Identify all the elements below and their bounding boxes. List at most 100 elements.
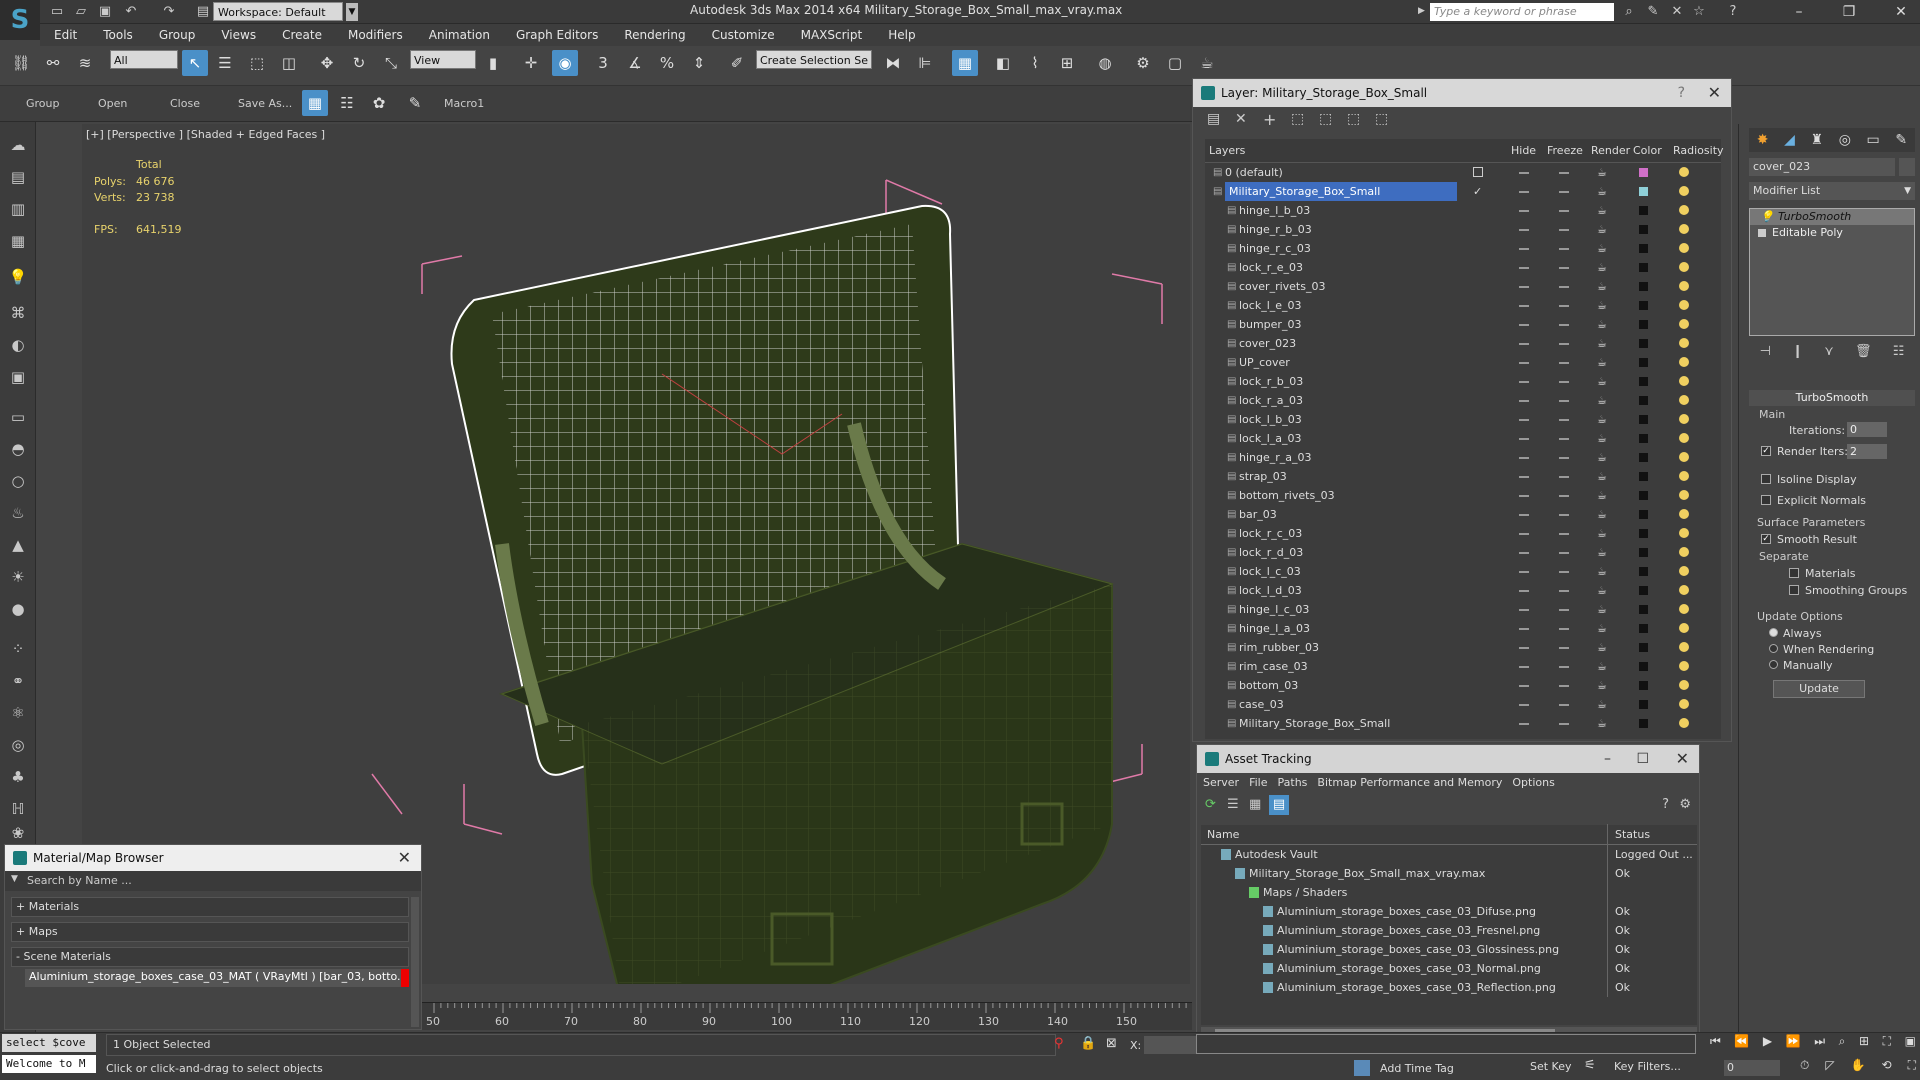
show-end-result-icon[interactable]: ❙ — [1792, 344, 1803, 364]
layer-row[interactable]: ▤ bottom_rivets_03 ☕ — [1205, 486, 1721, 505]
exchange-icon[interactable]: ✕ — [1668, 3, 1686, 21]
current-layer-check-icon[interactable]: ✓ — [1473, 182, 1482, 201]
favorites-star-icon[interactable]: ☆ — [1690, 3, 1708, 21]
close-group-button[interactable]: Close — [170, 97, 200, 110]
group-button[interactable]: Group — [26, 97, 60, 110]
refresh-icon[interactable]: ⟳ — [1205, 797, 1216, 812]
layer-row[interactable]: ▤ lock_l_d_03 ☕ — [1205, 581, 1721, 600]
render-teapot-icon[interactable]: ☕ — [1597, 239, 1607, 258]
col-layers[interactable]: Layers — [1209, 144, 1245, 157]
new-file-icon[interactable]: ▭ — [48, 3, 66, 21]
select-manipulate-icon[interactable]: ✛ — [518, 50, 544, 76]
layer-row[interactable]: ▤ rim_rubber_03 ☕ — [1205, 638, 1721, 657]
hide-toggle-icon[interactable] — [1519, 438, 1529, 440]
key-filters-button[interactable]: Key Filters... — [1614, 1060, 1681, 1073]
menu-maxscript[interactable]: MAXScript — [787, 24, 875, 46]
render-teapot-icon[interactable]: ☕ — [1597, 524, 1607, 543]
layer-row[interactable]: ▤ lock_r_b_03 ☕ — [1205, 372, 1721, 391]
menu-tools[interactable]: Tools — [89, 24, 145, 46]
layer-color-swatch[interactable] — [1639, 529, 1648, 538]
layer-row[interactable]: ▤ Military_Storage_Box_Small ✓ ☕ — [1205, 182, 1721, 201]
asset-row[interactable]: Aluminium_storage_boxes_case_03_Glossine… — [1201, 940, 1697, 959]
add-time-tag-button[interactable]: Add Time Tag — [1380, 1062, 1454, 1075]
help-search-input[interactable]: Type a keyword or phrase — [1430, 3, 1614, 21]
layer-color-swatch[interactable] — [1639, 244, 1648, 253]
hide-toggle-icon[interactable] — [1519, 495, 1529, 497]
reference-coordinate-dropdown[interactable]: View — [410, 50, 476, 69]
radiosity-sun-icon[interactable] — [1679, 224, 1689, 234]
layer-row[interactable]: ▤ hinge_r_a_03 ☕ — [1205, 448, 1721, 467]
plant-icon[interactable]: ♣ — [6, 766, 30, 788]
render-teapot-icon[interactable]: ☕ — [1597, 277, 1607, 296]
table-view-icon[interactable]: ▤ — [1269, 795, 1289, 815]
close-button[interactable]: ✕ — [1886, 2, 1916, 22]
render-teapot-icon[interactable]: ☕ — [1597, 505, 1607, 524]
unlink-icon[interactable]: ⚯ — [40, 50, 66, 76]
layer-color-swatch[interactable] — [1639, 605, 1648, 614]
render-teapot-icon[interactable]: ☕ — [1597, 600, 1607, 619]
field-of-view-icon[interactable]: ◸ — [1825, 1058, 1834, 1078]
hide-toggle-icon[interactable] — [1519, 248, 1529, 250]
layer-color-swatch[interactable] — [1639, 434, 1648, 443]
freeze-toggle-icon[interactable] — [1559, 704, 1569, 706]
menu-create[interactable]: Create — [268, 24, 334, 46]
hide-toggle-icon[interactable] — [1519, 267, 1529, 269]
freeze-toggle-icon[interactable] — [1559, 647, 1569, 649]
hide-toggle-icon[interactable] — [1519, 305, 1529, 307]
menu-graph-editors[interactable]: Graph Editors — [502, 24, 610, 46]
menu-customize[interactable]: Customize — [698, 24, 787, 46]
modify-tab-icon[interactable]: ◢ — [1784, 132, 1795, 148]
layer-window-close-icon[interactable]: ✕ — [1708, 79, 1721, 107]
hide-toggle-icon[interactable] — [1519, 571, 1529, 573]
layer-color-swatch[interactable] — [1639, 472, 1648, 481]
molecule-icon[interactable]: ⚭ — [6, 670, 30, 692]
angle-snap-icon[interactable]: ∡ — [622, 50, 648, 76]
spinner-snap-icon[interactable]: ⇕ — [686, 50, 712, 76]
project-folder-icon[interactable]: ▤ — [194, 3, 212, 21]
col-hide[interactable]: Hide — [1511, 144, 1536, 157]
freeze-toggle-icon[interactable] — [1559, 172, 1569, 174]
binoculars-icon[interactable]: ⌕ — [1620, 3, 1638, 21]
render-teapot-icon[interactable]: ☕ — [1597, 372, 1607, 391]
app-logo-icon[interactable]: S — [0, 0, 40, 40]
layer-row[interactable]: ▤ UP_cover ☕ — [1205, 353, 1721, 372]
hide-toggle-icon[interactable] — [1519, 628, 1529, 630]
layer-color-swatch[interactable] — [1639, 263, 1648, 272]
scene-explorer-icon[interactable]: ▤ — [6, 166, 30, 188]
freeze-toggle-icon[interactable] — [1559, 476, 1569, 478]
hide-toggle-icon[interactable] — [1519, 191, 1529, 193]
radiosity-sun-icon[interactable] — [1679, 585, 1689, 595]
stack-item-turbosmooth[interactable]: 💡 TurboSmooth — [1750, 209, 1914, 225]
set-key-button[interactable]: Set Key — [1530, 1060, 1572, 1073]
video-icon[interactable]: ▣ — [6, 366, 30, 388]
freeze-all-icon[interactable]: ⬚ — [1375, 111, 1388, 127]
asset-menu-paths[interactable]: Paths — [1276, 773, 1316, 793]
turbosmooth-rollout-header[interactable]: TurboSmooth — [1749, 390, 1915, 406]
scale-icon[interactable]: ⤡ — [378, 50, 404, 76]
layer-color-swatch[interactable] — [1639, 719, 1648, 728]
render-teapot-icon[interactable]: ☕ — [1597, 315, 1607, 334]
sphere-icon[interactable]: ○ — [6, 470, 30, 492]
hide-toggle-icon[interactable] — [1519, 324, 1529, 326]
freeze-toggle-icon[interactable] — [1559, 286, 1569, 288]
zoom-all-icon[interactable]: ⊞ — [1859, 1034, 1869, 1054]
align-icon[interactable]: ⊫ — [912, 50, 938, 76]
pin-stack-icon[interactable]: ⊣ — [1760, 344, 1771, 364]
layer-row[interactable]: ▤ case_03 ☕ — [1205, 695, 1721, 714]
window-crossing-icon[interactable]: ◫ — [276, 50, 302, 76]
layer-row[interactable]: ▤ rim_case_03 ☕ — [1205, 657, 1721, 676]
render-setup-icon[interactable]: ⚙ — [1130, 50, 1156, 76]
link-icon[interactable]: ⛓ — [8, 50, 34, 76]
communication-icon[interactable]: ✎ — [1644, 3, 1662, 21]
render-teapot-icon[interactable]: ☕ — [1597, 695, 1607, 714]
freeze-toggle-icon[interactable] — [1559, 248, 1569, 250]
freeze-toggle-icon[interactable] — [1559, 267, 1569, 269]
highlight-selected-icon[interactable]: ⬚ — [1319, 111, 1332, 127]
layer-color-swatch[interactable] — [1639, 282, 1648, 291]
layer-row[interactable]: ▤ lock_r_e_03 ☕ — [1205, 258, 1721, 277]
layer-row[interactable]: ▤ hinge_r_b_03 ☕ — [1205, 220, 1721, 239]
mat-group-maps[interactable]: + Maps — [11, 922, 409, 942]
render-teapot-icon[interactable]: ☕ — [1597, 676, 1607, 695]
hide-toggle-icon[interactable] — [1519, 286, 1529, 288]
cloth-icon[interactable]: ❀ — [6, 822, 30, 844]
